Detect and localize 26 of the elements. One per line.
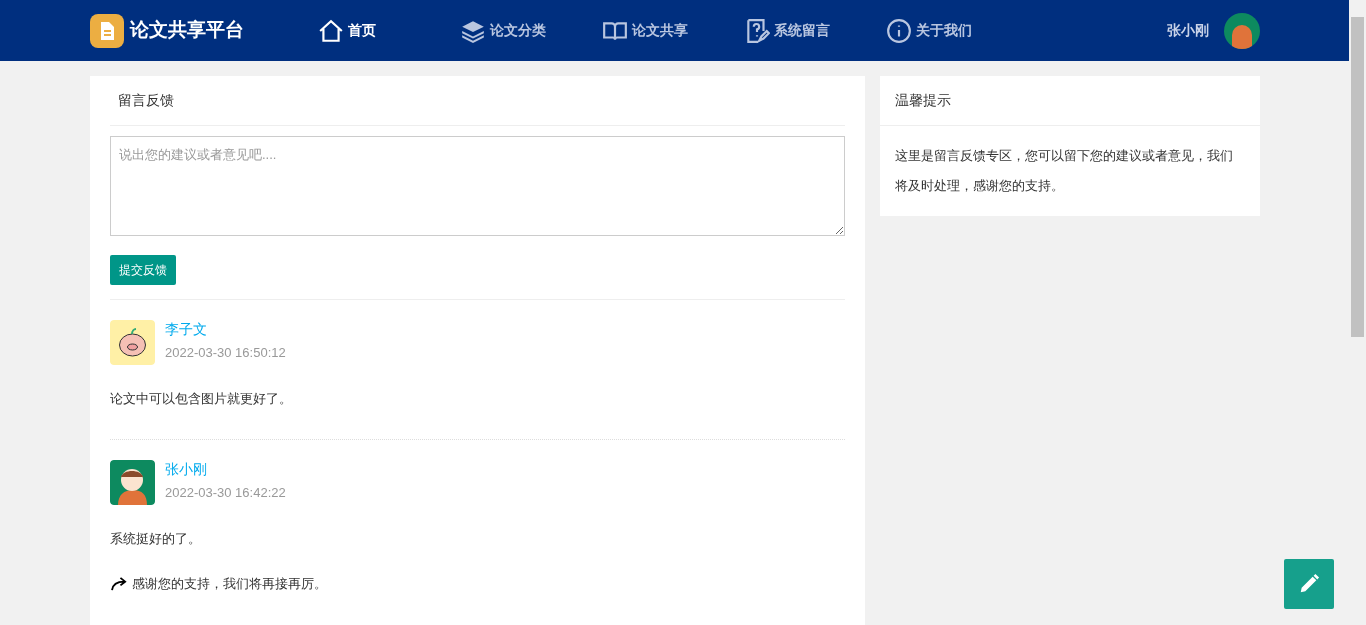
nav-link[interactable]: 论文共享 [602,17,702,44]
card-title: 留言反馈 [110,76,845,126]
pencil-icon [1298,573,1320,595]
nav-link[interactable]: 关于我们 [886,17,986,44]
feedback-input[interactable]: 说出您的建议或者意见吧.... [110,136,845,236]
nav-link[interactable]: 首页 [318,17,418,44]
nav-link[interactable]: 论文分类 [460,17,560,44]
submit-feedback-button[interactable]: 提交反馈 [110,255,176,285]
message-time: 2022-03-30 16:42:22 [165,483,286,502]
pig-avatar-icon [110,320,155,365]
share-arrow-icon [110,576,129,592]
tips-text: 这里是留言反馈专区，您可以留下您的建议或者意见，我们将及时处理，感谢您的支持。 [894,147,1234,195]
site-title: 论文共享平台 [130,18,244,43]
edit-button[interactable] [1284,559,1334,609]
question-note-icon [744,17,770,44]
document-logo-icon [90,13,124,48]
home-icon [318,17,344,44]
reply-text: 感谢您的支持，我们将再接再厉。 [132,575,327,593]
message-text: 论文中可以包含图片就更好了。 [110,390,293,408]
nav-link[interactable]: 系统留言 [744,17,844,44]
username[interactable]: 张小刚 [1167,20,1209,41]
info-icon [886,17,912,44]
message-time: 2022-03-30 16:50:12 [165,344,286,362]
card-title: 温馨提示 [880,76,1260,126]
message-text: 系统挺好的了。 [110,529,202,548]
cartoon-avatar-icon [110,459,155,505]
